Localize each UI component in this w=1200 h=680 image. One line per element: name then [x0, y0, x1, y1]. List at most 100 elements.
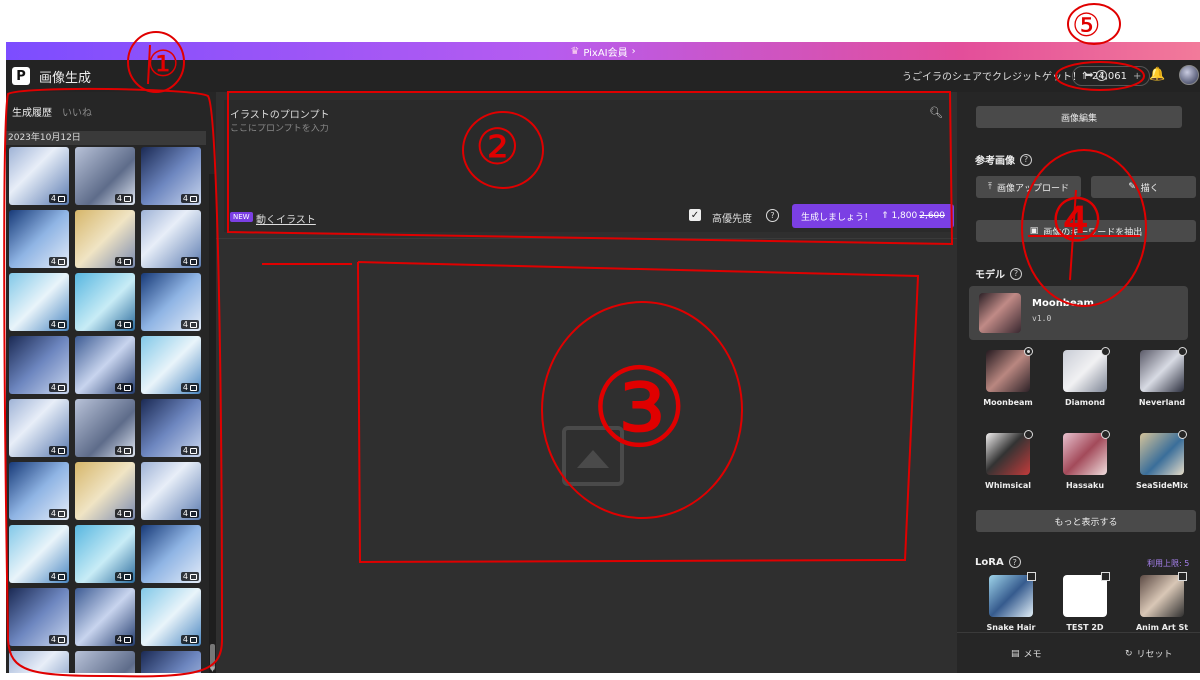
image-edit-button[interactable]: 画像編集: [976, 106, 1182, 128]
lora-checkbox[interactable]: [1101, 572, 1110, 581]
annotation-number: ②: [475, 118, 520, 176]
history-thumbnail[interactable]: 4: [75, 210, 135, 268]
help-icon[interactable]: ?: [1020, 153, 1032, 166]
prompt-input[interactable]: [230, 124, 920, 134]
model-radio[interactable]: [1024, 347, 1033, 356]
selected-model[interactable]: Moonbeam v1.0: [969, 286, 1188, 340]
model-name: Neverland: [1138, 398, 1186, 407]
lora-card-snake-hair[interactable]: Snake Hair: [981, 572, 1041, 634]
history-panel: 生成履歴 いいね 2023年10月12日 4444444444444444444…: [6, 92, 216, 673]
panel-footer: ▤ メモ ↻ リセット: [957, 632, 1200, 673]
image-icon: [58, 321, 65, 328]
image-count-badge: 4: [114, 635, 133, 644]
model-card-whimsical[interactable]: Whimsical: [978, 430, 1038, 492]
image-count: 4: [182, 509, 188, 518]
history-thumbnail[interactable]: 4: [9, 462, 69, 520]
history-thumbnail[interactable]: 4: [9, 273, 69, 331]
history-thumbnail[interactable]: 4: [141, 651, 201, 673]
history-thumbnail[interactable]: 4: [141, 147, 201, 205]
history-thumbnail[interactable]: 4: [9, 588, 69, 646]
image-count: 4: [50, 572, 56, 581]
memo-button[interactable]: ▤ メモ: [1011, 647, 1042, 661]
image-count-badge: 4: [114, 572, 133, 581]
help-icon[interactable]: ?: [766, 209, 779, 222]
history-thumbnail[interactable]: 4: [141, 399, 201, 457]
history-thumbnail[interactable]: 4: [75, 462, 135, 520]
high-priority-checkbox[interactable]: ✓: [689, 209, 701, 221]
history-thumbnail[interactable]: 4: [75, 147, 135, 205]
model-radio[interactable]: [1024, 430, 1033, 439]
model-radio[interactable]: [1101, 430, 1110, 439]
add-credit-icon[interactable]: +: [1133, 71, 1141, 82]
history-scrollbar[interactable]: ▼: [209, 174, 216, 673]
chevron-right-icon: ›: [631, 45, 636, 57]
history-thumbnail[interactable]: 4: [9, 210, 69, 268]
history-thumbnail[interactable]: 4: [9, 399, 69, 457]
search-icon[interactable]: 🔍︎: [929, 106, 943, 119]
image-icon: [58, 258, 65, 265]
prompt-box: イラストのプロンプト 🔍︎ NEW 動くイラスト ✓ 高優先度 ? 生成しましょ…: [224, 100, 954, 232]
history-thumbnail[interactable]: 4: [75, 651, 135, 673]
prompt-label: イラストのプロンプト: [230, 110, 330, 121]
history-thumbnail[interactable]: 4: [75, 525, 135, 583]
history-thumbnail[interactable]: 4: [141, 336, 201, 394]
help-icon[interactable]: ?: [1010, 267, 1022, 280]
image-count: 4: [50, 635, 56, 644]
lora-checkbox[interactable]: [1178, 572, 1187, 581]
model-card-diamond[interactable]: Diamond: [1055, 347, 1115, 409]
model-card-moonbeam[interactable]: Moonbeam: [978, 347, 1038, 409]
image-icon: [190, 510, 197, 517]
model-card-neverland[interactable]: Neverland: [1132, 347, 1192, 409]
model-card-hassaku[interactable]: Hassaku: [1055, 430, 1115, 492]
history-thumbnail[interactable]: 4: [9, 651, 69, 673]
tab-history[interactable]: 生成履歴: [12, 104, 52, 119]
selected-model-version: v1.0: [1032, 314, 1052, 323]
image-count: 4: [50, 320, 56, 329]
lora-thumbnail: [989, 572, 1036, 617]
history-thumbnail[interactable]: 4: [141, 525, 201, 583]
lora-card-anim-art[interactable]: Anim Art St: [1132, 572, 1192, 634]
credit-balance[interactable]: ⇑ 24,061 +: [1072, 66, 1150, 86]
history-thumbnail[interactable]: 4: [9, 525, 69, 583]
history-thumbnail[interactable]: 4: [141, 210, 201, 268]
image-count-badge: 4: [48, 509, 67, 518]
tab-likes[interactable]: いいね: [62, 104, 92, 119]
bell-icon[interactable]: 🔔: [1149, 67, 1165, 82]
draw-button[interactable]: ✎ 描く: [1091, 176, 1196, 198]
history-thumbnail[interactable]: 4: [75, 273, 135, 331]
history-thumbnail[interactable]: 4: [75, 588, 135, 646]
generate-button[interactable]: 生成しましょう！ ⇑ 1,800 2,600: [792, 204, 954, 228]
model-radio[interactable]: [1178, 347, 1187, 356]
avatar[interactable]: [1179, 65, 1199, 85]
motion-illust-link[interactable]: 動くイラスト: [256, 211, 316, 226]
image-count: 4: [182, 635, 188, 644]
history-thumbnail[interactable]: 4: [141, 462, 201, 520]
image-count: 4: [50, 446, 56, 455]
image-count: 4: [50, 383, 56, 392]
scroll-down-icon[interactable]: ▼: [209, 665, 216, 673]
annotation-number: ⑤: [1072, 6, 1101, 44]
brush-icon: ✎: [1128, 182, 1136, 192]
model-radio[interactable]: [1101, 347, 1110, 356]
image-icon: [190, 636, 197, 643]
model-card-seasidemix[interactable]: SeaSideMix: [1132, 430, 1192, 492]
membership-banner[interactable]: ♛ PixAI会員 ›: [6, 42, 1200, 60]
lora-checkbox[interactable]: [1027, 572, 1036, 581]
help-icon[interactable]: ?: [1008, 556, 1021, 568]
history-thumbnail[interactable]: 4: [9, 336, 69, 394]
app-logo[interactable]: P: [12, 67, 30, 85]
image-icon: [190, 195, 197, 202]
show-more-button[interactable]: もっと表示する: [976, 510, 1196, 532]
history-thumbnail[interactable]: 4: [75, 336, 135, 394]
reset-icon: ↻: [1125, 648, 1133, 659]
history-thumbnail[interactable]: 4: [141, 588, 201, 646]
history-thumbnail[interactable]: 4: [9, 147, 69, 205]
image-count-badge: 4: [114, 509, 133, 518]
reset-button[interactable]: ↻ リセット: [1125, 647, 1173, 661]
model-label-text: モデル: [975, 270, 1005, 281]
image-count: 4: [50, 257, 56, 266]
history-thumbnail[interactable]: 4: [75, 399, 135, 457]
history-thumbnail[interactable]: 4: [141, 273, 201, 331]
lora-card-test-2d[interactable]: TEST 2D: [1055, 572, 1115, 634]
model-radio[interactable]: [1178, 430, 1187, 439]
